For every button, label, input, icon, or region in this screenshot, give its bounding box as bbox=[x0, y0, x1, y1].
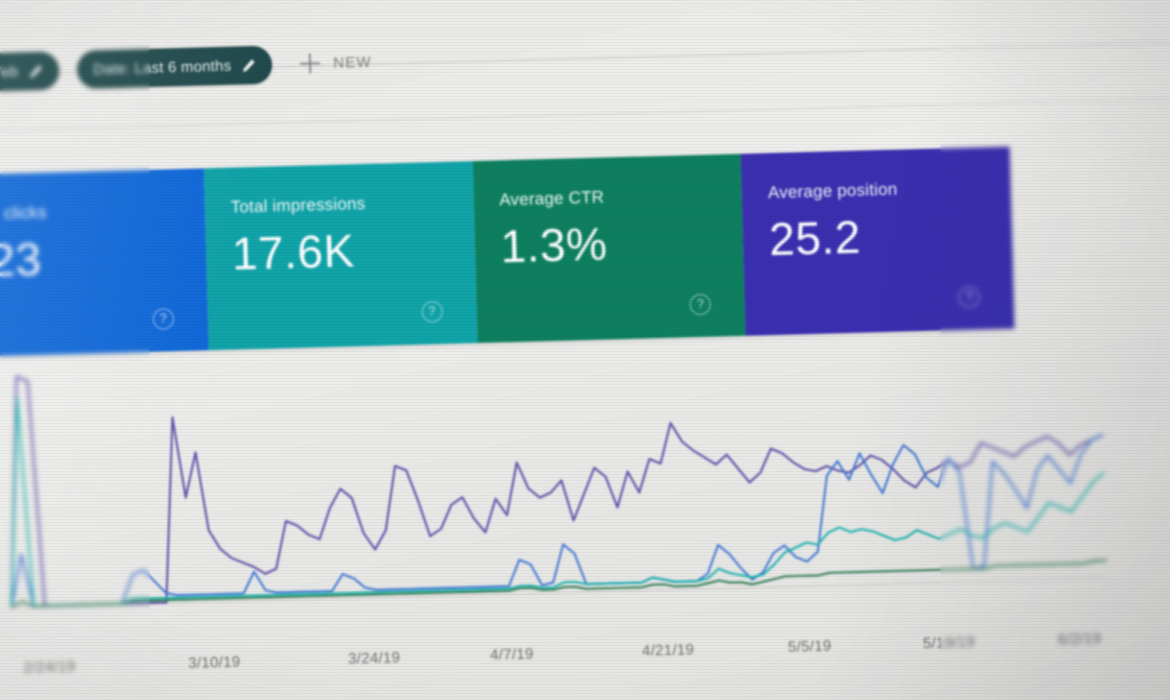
x-axis-tick-label: 3/10/19 bbox=[187, 653, 241, 672]
chart-series-line bbox=[10, 433, 1104, 608]
plus-icon bbox=[300, 53, 321, 74]
performance-chart[interactable] bbox=[0, 328, 1170, 663]
new-filter-button[interactable]: NEW bbox=[300, 52, 372, 74]
help-circle-icon[interactable]: ? bbox=[689, 293, 712, 316]
x-axis-tick-label: 2/24/19 bbox=[23, 658, 76, 677]
metric-label: Total impressions bbox=[230, 194, 366, 217]
x-axis-tick-label: 4/21/19 bbox=[641, 641, 695, 660]
metric-card-average-position[interactable]: Average position 25.2 ? bbox=[740, 146, 1015, 336]
help-circle-icon[interactable]: ? bbox=[421, 300, 443, 323]
help-circle-icon[interactable]: ? bbox=[152, 308, 174, 330]
metric-cards: Total clicks 223 ? Total impressions 17.… bbox=[0, 146, 1015, 358]
filter-chip-search-type-label: Search type: Web bbox=[0, 62, 19, 83]
chart-series-line bbox=[10, 559, 1107, 608]
metric-label: Total clicks bbox=[0, 202, 47, 224]
metric-card-total-clicks[interactable]: Total clicks 223 ? bbox=[0, 168, 209, 358]
metric-label: Average CTR bbox=[499, 187, 605, 210]
metric-value: 25.2 bbox=[768, 210, 862, 266]
chart-baseline bbox=[11, 577, 1107, 609]
metric-card-average-ctr[interactable]: Average CTR 1.3% ? bbox=[472, 153, 746, 344]
new-filter-button-label: NEW bbox=[333, 53, 373, 72]
filter-chip-date-label: Date: Last 6 months bbox=[93, 57, 232, 78]
screenshot-photo: Search type: Web Date: Last 6 months NEW bbox=[0, 0, 1170, 700]
x-axis-tick-label: 5/19/19 bbox=[922, 633, 976, 653]
x-axis-tick-label: 5/5/19 bbox=[787, 637, 832, 656]
pencil-icon[interactable] bbox=[241, 57, 256, 72]
filter-bar: Search type: Web Date: Last 6 months NEW bbox=[0, 11, 1170, 102]
metric-value: 223 bbox=[0, 232, 43, 287]
x-axis-tick-label: 3/24/19 bbox=[347, 649, 401, 668]
filter-chip-date[interactable]: Date: Last 6 months bbox=[76, 45, 273, 89]
metric-value: 1.3% bbox=[499, 217, 609, 273]
performance-chart-svg bbox=[10, 375, 1107, 609]
x-axis-tick-label: 6/2/19 bbox=[1057, 630, 1102, 649]
metric-card-total-impressions[interactable]: Total impressions 17.6K ? bbox=[203, 161, 478, 351]
x-axis-tick-label: 4/7/19 bbox=[489, 645, 534, 664]
monitor-screen: Search type: Web Date: Last 6 months NEW bbox=[0, 0, 1170, 700]
metric-label: Average position bbox=[767, 179, 898, 203]
screen-bezel-top bbox=[0, 0, 1170, 2]
metric-value: 17.6K bbox=[231, 224, 356, 280]
toolbar-divider-bottom bbox=[0, 96, 1170, 133]
filter-chip-search-type[interactable]: Search type: Web bbox=[0, 51, 60, 95]
help-circle-icon[interactable]: ? bbox=[958, 286, 980, 309]
pencil-icon[interactable] bbox=[28, 63, 43, 78]
